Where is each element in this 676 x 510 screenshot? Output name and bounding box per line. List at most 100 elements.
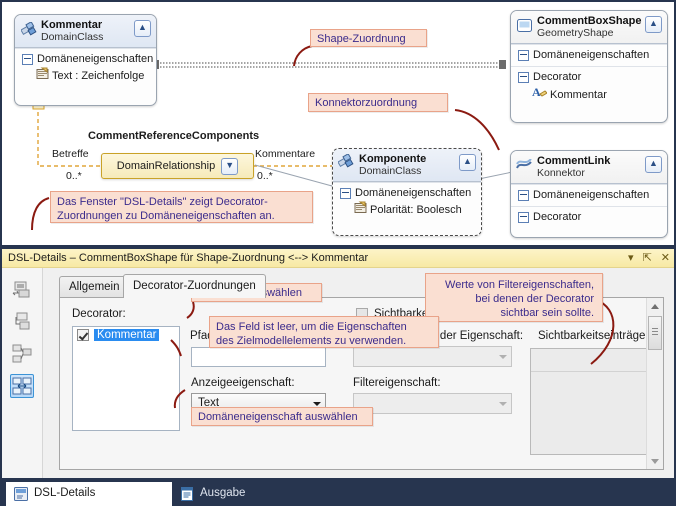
tab-allgemein[interactable]: Allgemein bbox=[59, 276, 130, 298]
display-path-input[interactable] bbox=[191, 347, 326, 367]
tool-window-body: Allgemein Decorator-Zuordnungen Decorato… bbox=[2, 268, 674, 478]
callout-konnektorzuordnung: Konnektorzuordnung bbox=[308, 93, 448, 112]
window-dropdown-icon[interactable]: ▾ bbox=[628, 253, 634, 264]
collapse-box-icon[interactable] bbox=[518, 72, 529, 83]
domain-relationship-box[interactable]: DomainRelationship ▼ bbox=[101, 153, 254, 179]
shape-commentlink-section-properties: Domäneneigenschaften bbox=[511, 184, 667, 206]
shape-commentlink-section-decorator: Decorator bbox=[511, 206, 667, 228]
shape-komponente-title: Komponente bbox=[359, 153, 427, 165]
diagram-map-tool-icon[interactable] bbox=[10, 342, 34, 366]
shape-kommentar[interactable]: Kommentar DomainClass ▲ Domäneneigenscha… bbox=[14, 14, 157, 106]
shape-komponente-section-properties: Domäneneigenschaften Polarität: Boolesch bbox=[333, 182, 481, 222]
output-icon bbox=[180, 487, 194, 510]
window-tab-ausgabe[interactable]: Ausgabe bbox=[172, 482, 292, 506]
domain-relationship-label: DomainRelationship bbox=[116, 160, 216, 172]
shape-commentlink-title: CommentLink bbox=[537, 155, 611, 167]
tab-decorator-zuordnungen[interactable]: Decorator-Zuordnungen bbox=[123, 274, 266, 298]
section-header-row: Domäneneigenschaften bbox=[518, 48, 661, 63]
filter-property-combo[interactable] bbox=[353, 393, 512, 414]
visibility-entries-listbox[interactable] bbox=[530, 348, 653, 455]
shape-commentboxshape-header: CommentBoxShape GeometryShape ▲ bbox=[511, 11, 667, 44]
dsl-details-icon bbox=[14, 487, 28, 510]
visibility-entries-label: Sichtbarkeitseinträge bbox=[538, 330, 646, 342]
dsl-details-pane: Allgemein Decorator-Zuordnungen Decorato… bbox=[43, 268, 674, 478]
section-header-row: Domäneneigenschaften bbox=[518, 188, 661, 203]
shape-map-tool-icon[interactable] bbox=[10, 374, 34, 398]
section-header-row: Decorator bbox=[518, 70, 661, 85]
decorator-list-label: Decorator: bbox=[72, 308, 126, 320]
collapse-box-icon[interactable] bbox=[22, 54, 33, 65]
decorator-listbox[interactable]: Kommentar bbox=[72, 326, 180, 431]
shape-commentlink-header: CommentLink Konnektor ▲ bbox=[511, 151, 667, 184]
property-label: Text : Zeichenfolge bbox=[52, 70, 145, 82]
section-header-row: Decorator bbox=[518, 210, 661, 225]
shape-commentboxshape[interactable]: CommentBoxShape GeometryShape ▲ Domänene… bbox=[510, 10, 668, 123]
callout-shape-zuordnung: Shape-Zuordnung bbox=[310, 29, 427, 47]
shape-commentlink[interactable]: CommentLink Konnektor ▲ Domäneneigenscha… bbox=[510, 150, 668, 238]
scroll-up-button[interactable] bbox=[647, 298, 663, 314]
app-root: Kommentar DomainClass ▲ Domäneneigenscha… bbox=[0, 0, 676, 506]
display-property-label: Anzeigeeigenschaft: bbox=[191, 377, 295, 389]
shape-komponente-property-polaritaet[interactable]: Polarität: Boolesch bbox=[340, 201, 475, 219]
dsl-designer-canvas[interactable]: Kommentar DomainClass ▲ Domäneneigenscha… bbox=[2, 2, 674, 245]
tool-window-titlebar: DSL-Details – CommentBoxShape für Shape-… bbox=[2, 249, 674, 268]
geometry-shape-icon bbox=[517, 19, 532, 35]
scrollbar-thumb[interactable] bbox=[648, 316, 662, 350]
filter-path-combo[interactable] bbox=[353, 346, 512, 367]
domain-class-icon bbox=[20, 21, 37, 41]
chevron-expand-icon[interactable]: ▼ bbox=[221, 157, 239, 175]
callout-dsl-details-hinweis: Das Fenster "DSL-Details" zeigt Decorato… bbox=[50, 191, 313, 223]
window-tab-label: DSL-Details bbox=[34, 487, 96, 499]
window-tab-dsl-details[interactable]: DSL-Details bbox=[6, 482, 172, 506]
section-label: Domäneneigenschaften bbox=[355, 187, 472, 199]
callout-feld-leer: Das Feld ist leer, um die Eigenschaften … bbox=[209, 316, 439, 348]
section-header-row: Domäneneigenschaften bbox=[340, 186, 475, 201]
shape-commentboxshape-section-properties: Domäneneigenschaften bbox=[511, 44, 667, 66]
section-label: Domäneneigenschaften bbox=[37, 53, 154, 65]
window-tab-bar: DSL-Details Ausgabe bbox=[0, 480, 676, 506]
callout-filter-werte: Werte von Filtereigenschaften, bei denen… bbox=[425, 273, 603, 322]
svg-text:A: A bbox=[532, 85, 541, 99]
shape-kommentar-property-text[interactable]: Text : Zeichenfolge bbox=[22, 67, 150, 85]
close-icon[interactable]: ✕ bbox=[661, 253, 670, 264]
collapse-box-icon[interactable] bbox=[518, 212, 529, 223]
decorator-list-item[interactable]: Kommentar bbox=[73, 327, 179, 343]
shape-kommentar-header: Kommentar DomainClass ▲ bbox=[15, 15, 156, 48]
relationship-tool-icon[interactable] bbox=[10, 278, 34, 302]
window-tab-label: Ausgabe bbox=[200, 487, 246, 499]
property-label: Polarität: Boolesch bbox=[370, 204, 462, 216]
pin-icon[interactable]: ⇱ bbox=[643, 253, 652, 264]
collapse-box-icon[interactable] bbox=[340, 188, 351, 199]
chevron-down-icon[interactable] bbox=[493, 394, 511, 413]
pane-vertical-scrollbar[interactable] bbox=[646, 298, 663, 469]
shape-commentboxshape-decorator-kommentar[interactable]: A Kommentar bbox=[518, 85, 661, 104]
property-icon bbox=[36, 67, 49, 85]
section-label: Decorator bbox=[533, 211, 582, 223]
chevron-collapse-icon[interactable]: ▲ bbox=[134, 20, 151, 37]
shape-commentboxshape-title: CommentBoxShape bbox=[537, 15, 642, 27]
domain-class-icon bbox=[337, 153, 354, 173]
section-header-row: Domäneneigenschaften bbox=[22, 52, 154, 67]
filter-property-label: Filtereigenschaft: bbox=[353, 377, 441, 389]
connector-icon bbox=[516, 158, 533, 175]
decorator-label: Kommentar bbox=[550, 88, 607, 101]
chevron-down-icon[interactable] bbox=[493, 347, 511, 366]
element-merge-tool-icon[interactable] bbox=[10, 310, 34, 334]
chevron-collapse-icon[interactable]: ▲ bbox=[459, 154, 476, 171]
shape-commentboxshape-section-decorator: Decorator A Kommentar bbox=[511, 66, 667, 107]
dsl-details-toolbar bbox=[2, 268, 43, 478]
collapse-box-icon[interactable] bbox=[518, 190, 529, 201]
chevron-collapse-icon[interactable]: ▲ bbox=[645, 16, 662, 33]
section-label: Domäneneigenschaften bbox=[533, 189, 650, 201]
dsl-details-tool-window: DSL-Details – CommentBoxShape für Shape-… bbox=[2, 249, 674, 478]
shape-komponente[interactable]: Komponente DomainClass ▲ Domäneneigensch… bbox=[332, 148, 482, 236]
relationship-name: CommentReferenceComponents bbox=[88, 130, 260, 142]
text-decorator-icon: A bbox=[532, 85, 548, 104]
scroll-down-button[interactable] bbox=[647, 453, 663, 469]
tool-window-title: DSL-Details – CommentBoxShape für Shape-… bbox=[8, 252, 369, 264]
relationship-left-multiplicity: 0..* bbox=[66, 170, 82, 182]
checkbox-icon[interactable] bbox=[77, 329, 89, 341]
relationship-left-role: Betreffe bbox=[52, 148, 89, 160]
collapse-box-icon[interactable] bbox=[518, 50, 529, 61]
chevron-collapse-icon[interactable]: ▲ bbox=[645, 156, 662, 173]
